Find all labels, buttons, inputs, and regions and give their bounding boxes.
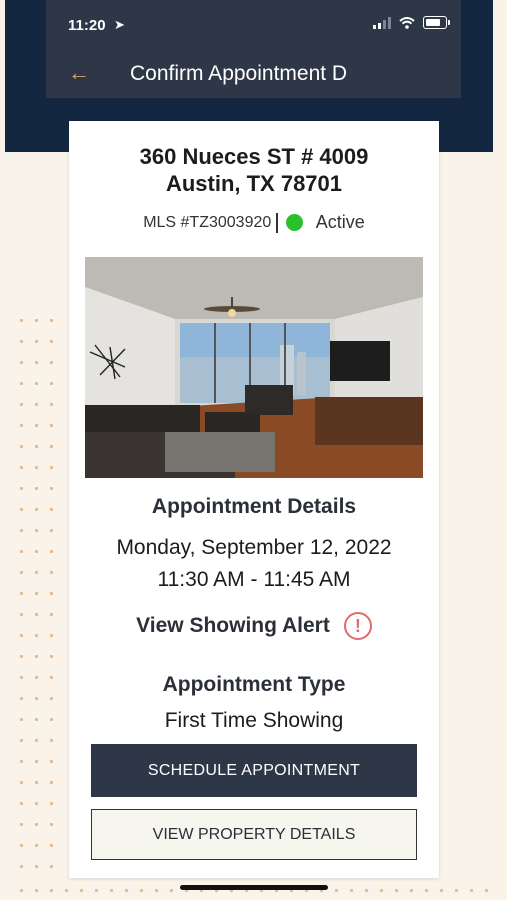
- listing-status-row: MLS #TZ3003920 Active: [69, 212, 439, 233]
- appointment-details-heading: Appointment Details: [151, 495, 357, 518]
- listing-status: Active: [315, 212, 365, 232]
- status-dot-icon: [285, 214, 303, 231]
- address-line-2: Austin, TX 78701: [165, 171, 343, 196]
- appointment-type-heading: Appointment Type: [162, 673, 346, 696]
- app-header: 11:20 ➤ ← Confirm Appointment D: [46, 0, 461, 98]
- battery-icon: [423, 16, 450, 29]
- decorative-dots-bottom: [14, 880, 494, 900]
- home-indicator[interactable]: [180, 885, 328, 890]
- signal-icon: [373, 16, 391, 29]
- view-property-details-button[interactable]: VIEW PROPERTY DETAILS: [91, 809, 417, 860]
- appointment-date: Monday, September 12, 2022: [116, 536, 392, 559]
- status-bar: 11:20 ➤: [46, 0, 461, 50]
- schedule-appointment-button[interactable]: SCHEDULE APPOINTMENT: [91, 744, 417, 797]
- back-arrow-icon[interactable]: ←: [68, 62, 90, 84]
- location-icon: ➤: [114, 17, 125, 32]
- page-title: Confirm Appointment D: [130, 62, 348, 85]
- wifi-icon: [399, 16, 415, 29]
- status-time: 11:20: [68, 17, 106, 34]
- appointment-type-value: First Time Showing: [164, 709, 344, 732]
- property-photo: [85, 257, 423, 478]
- decorative-dots-left: [14, 310, 54, 870]
- appointment-card: 360 Nueces ST # 4009 Austin, TX 78701 ML…: [69, 121, 439, 878]
- listing-address: 360 Nueces ST # 4009 Austin, TX 78701: [69, 143, 439, 197]
- address-line-1: 360 Nueces ST # 4009: [139, 144, 369, 169]
- appointment-time: 11:30 AM - 11:45 AM: [157, 568, 351, 591]
- showing-alert-label[interactable]: View Showing Alert: [136, 614, 330, 638]
- divider: [276, 212, 278, 233]
- view-showing-alert[interactable]: View Showing Alert !: [69, 612, 439, 640]
- mls-number: MLS #TZ3003920: [143, 213, 272, 231]
- alert-icon[interactable]: !: [343, 612, 372, 640]
- status-icons: [373, 16, 450, 29]
